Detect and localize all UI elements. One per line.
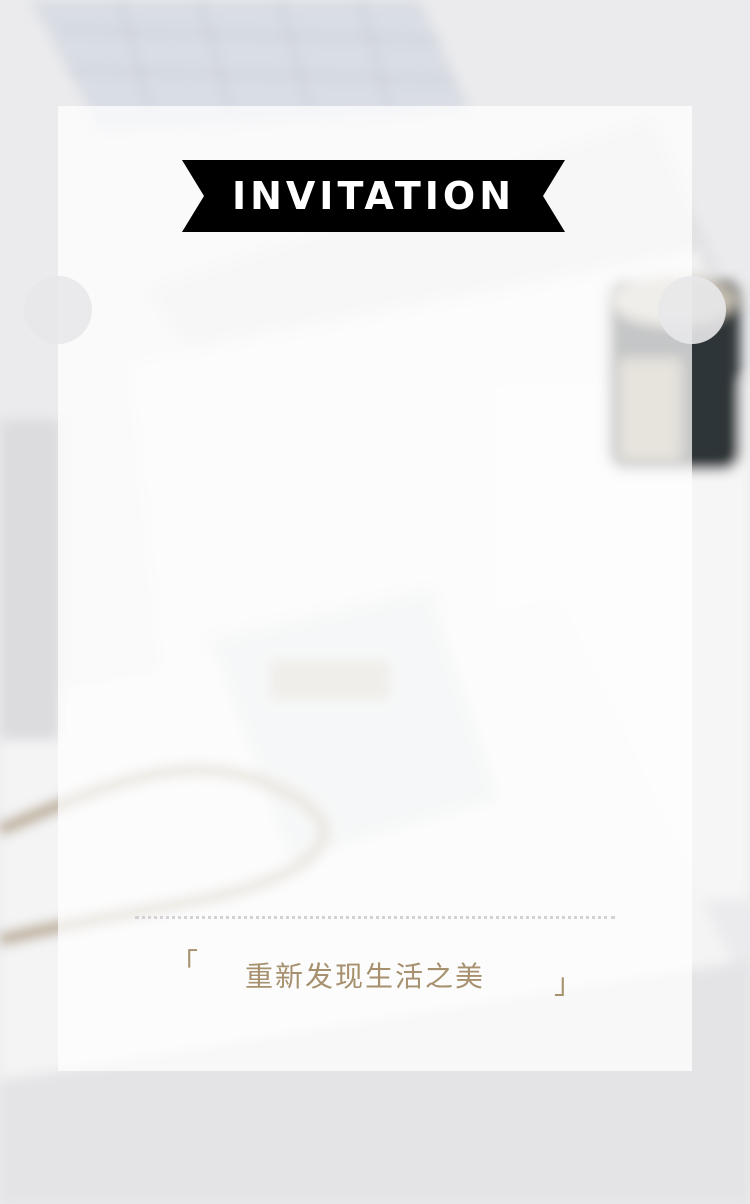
open-bracket: 「 [170,947,199,980]
title-ribbon: INVITATION [182,160,565,232]
page-title: INVITATION [231,174,516,218]
ticket-notch-right [658,276,726,344]
invitation-card [58,106,692,1071]
ticket-notch-left [24,276,92,344]
close-bracket: 」 [554,967,583,1000]
tagline: 重新发现生活之美 [245,960,486,993]
dotted-divider [135,916,615,919]
